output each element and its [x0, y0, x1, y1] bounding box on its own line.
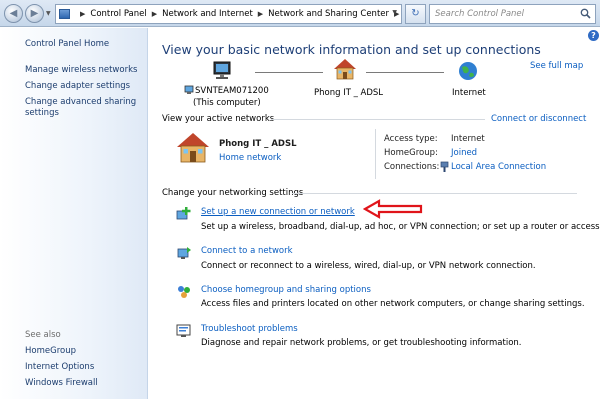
- access-type-label: Access type:: [384, 134, 438, 144]
- sidebar: Control Panel Home Manage wireless netwo…: [0, 28, 148, 399]
- search-placeholder: Search Control Panel: [435, 9, 525, 19]
- troubleshoot-icon: [176, 324, 191, 337]
- homegroup-sharing-icon: [178, 286, 190, 298]
- address-bar[interactable]: ▶ Control Panel ▶ Network and Internet ▶…: [55, 4, 402, 24]
- map-internet-label: Internet: [452, 88, 486, 98]
- see-also-heading: See also: [25, 330, 61, 340]
- back-arrow-icon: ◀: [9, 8, 18, 19]
- troubleshoot-problems-link[interactable]: Troubleshoot problems: [201, 324, 298, 334]
- sidebar-control-panel-home[interactable]: Control Panel Home: [25, 39, 143, 50]
- connect-or-disconnect-link[interactable]: Connect or disconnect: [491, 114, 586, 124]
- section-divider: [292, 193, 577, 194]
- homegroup-sharing-desc: Access files and printers located on oth…: [201, 299, 585, 309]
- see-full-map-link[interactable]: See full map: [530, 61, 583, 71]
- active-networks-heading: View your active networks: [162, 114, 275, 124]
- connections-label: Connections:: [384, 162, 440, 172]
- section-divider: [271, 119, 485, 120]
- setup-new-connection-link[interactable]: Set up a new connection or network: [201, 207, 355, 217]
- homegroup-label: HomeGroup:: [384, 148, 438, 158]
- sidebar-windows-firewall[interactable]: Windows Firewall: [25, 378, 143, 389]
- help-button[interactable]: ?: [588, 30, 599, 41]
- breadcrumb: ▶ Control Panel ▶ Network and Internet ▶…: [75, 5, 404, 23]
- connect-to-network-link[interactable]: Connect to a network: [201, 246, 293, 256]
- search-input[interactable]: Search Control Panel: [429, 4, 596, 24]
- network-type-link[interactable]: Home network: [219, 153, 281, 163]
- control-panel-icon: [59, 9, 70, 19]
- map-connector-line: [366, 72, 444, 73]
- red-arrow-annotation-icon: [363, 199, 423, 219]
- main-panel: ? View your basic network information an…: [148, 28, 600, 399]
- breadcrumb-chevron-icon[interactable]: ▶: [258, 10, 263, 18]
- sidebar-internet-options[interactable]: Internet Options: [25, 362, 143, 373]
- troubleshoot-problems-desc: Diagnose and repair network problems, or…: [201, 338, 522, 348]
- address-dropdown-icon[interactable]: ▼: [392, 9, 397, 16]
- homegroup-joined-link[interactable]: Joined: [451, 148, 477, 158]
- breadcrumb-chevron-icon[interactable]: ▶: [80, 10, 85, 18]
- homegroup-sharing-link[interactable]: Choose homegroup and sharing options: [201, 285, 371, 295]
- breadcrumb-network-and-internet[interactable]: Network and Internet: [162, 9, 253, 19]
- refresh-icon: ↻: [411, 8, 420, 19]
- address-toolbar: ◀ ▶ ▼ ▶ Control Panel ▶ Network and Inte…: [0, 0, 600, 27]
- change-settings-heading: Change your networking settings: [162, 188, 304, 198]
- breadcrumb-chevron-icon[interactable]: ▶: [152, 10, 157, 18]
- connect-to-network-desc: Connect or reconnect to a wireless, wire…: [201, 261, 536, 271]
- local-area-connection-link[interactable]: Local Area Connection: [451, 162, 546, 172]
- search-icon[interactable]: [580, 8, 591, 19]
- computer-icon: [213, 61, 231, 79]
- connect-network-icon: [177, 247, 191, 259]
- ethernet-icon: [440, 161, 449, 172]
- new-connection-icon: [176, 207, 191, 220]
- home-network-icon: [334, 59, 356, 80]
- vertical-divider: [375, 129, 376, 179]
- computer-name: SVNTEAM071200: [195, 86, 269, 96]
- refresh-button[interactable]: ↻: [405, 4, 426, 24]
- forward-arrow-icon: ▶: [30, 8, 39, 19]
- sidebar-change-advanced-sharing[interactable]: Change advanced sharing settings: [25, 97, 143, 119]
- setup-new-connection-desc: Set up a wireless, broadband, dial-up, a…: [201, 222, 600, 232]
- page-title: View your basic network information and …: [162, 42, 541, 57]
- sidebar-homegroup[interactable]: HomeGroup: [25, 346, 143, 357]
- sidebar-change-adapter-settings[interactable]: Change adapter settings: [25, 81, 143, 92]
- computer-subtitle: (This computer): [193, 98, 261, 108]
- breadcrumb-network-sharing-center[interactable]: Network and Sharing Center: [268, 9, 389, 19]
- forward-button[interactable]: ▶: [25, 4, 44, 23]
- map-connector-line: [255, 72, 323, 73]
- internet-globe-icon: [459, 62, 477, 80]
- access-type-value: Internet: [451, 134, 485, 144]
- active-network-name: Phong IT _ ADSL: [219, 139, 297, 149]
- back-button[interactable]: ◀: [4, 4, 23, 23]
- breadcrumb-control-panel[interactable]: Control Panel: [90, 9, 146, 19]
- map-network-name: Phong IT _ ADSL: [314, 88, 384, 98]
- home-network-large-icon: [177, 133, 209, 163]
- sidebar-manage-wireless-networks[interactable]: Manage wireless networks: [25, 65, 143, 76]
- computer-small-icon: [184, 85, 194, 94]
- history-dropdown-icon[interactable]: ▼: [46, 10, 51, 17]
